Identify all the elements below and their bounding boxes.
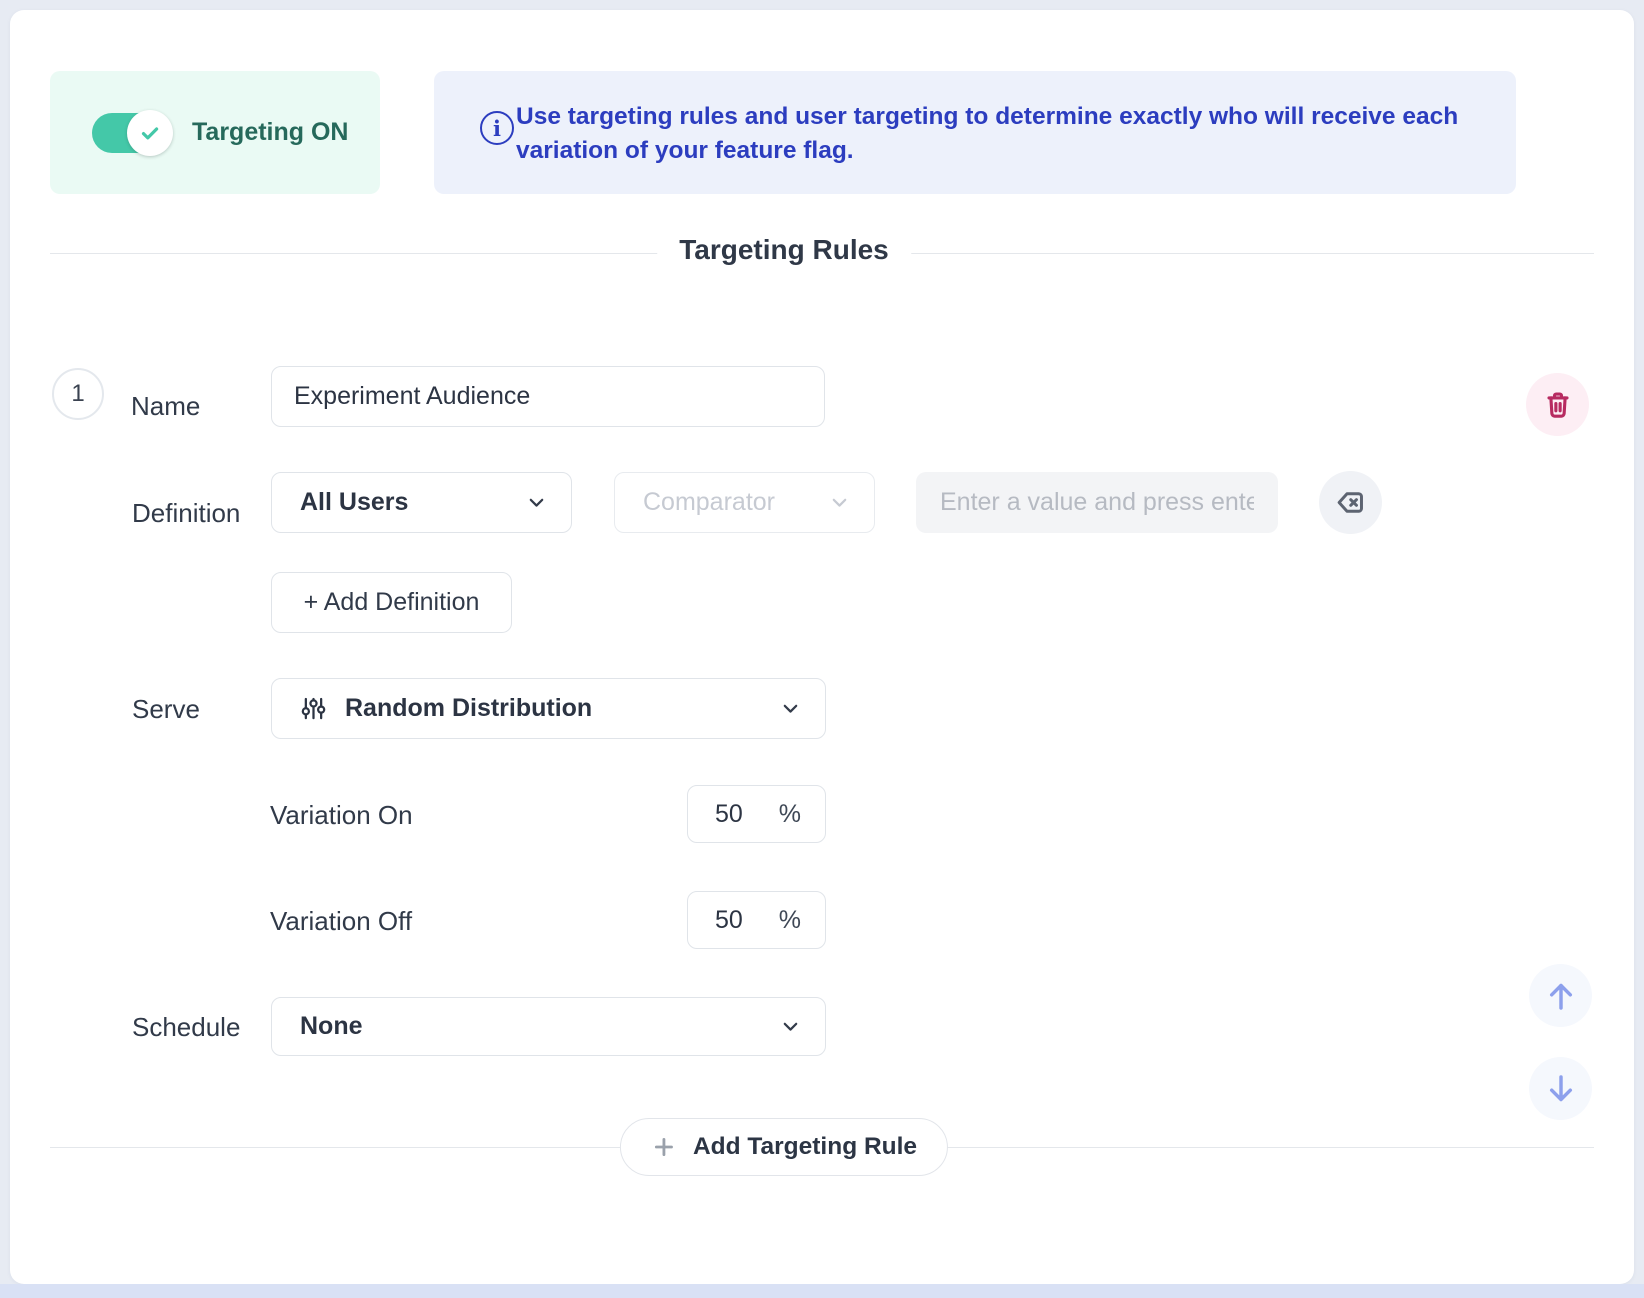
backspace-icon [1335, 487, 1366, 518]
clear-definition-button[interactable] [1319, 471, 1382, 534]
add-targeting-rule-button[interactable]: Add Targeting Rule [620, 1118, 948, 1176]
move-rule-down-button[interactable] [1529, 1057, 1592, 1120]
percent-symbol: % [779, 800, 801, 829]
serve-value: Random Distribution [345, 694, 780, 723]
delete-rule-button[interactable] [1526, 373, 1589, 436]
variation-on-input[interactable]: 50 % [687, 785, 826, 843]
rule-name-input[interactable] [271, 366, 825, 427]
chevron-down-icon [780, 1016, 801, 1037]
rule-number-badge: 1 [52, 368, 104, 420]
info-banner: i Use targeting rules and user targeting… [434, 71, 1516, 194]
info-icon: i [480, 111, 514, 145]
sliders-icon [300, 695, 327, 722]
chevron-down-icon [780, 698, 801, 719]
schedule-label: Schedule [132, 1012, 240, 1043]
targeting-panel: Targeting ON i Use targeting rules and u… [10, 10, 1634, 1284]
chevron-down-icon [526, 492, 547, 513]
schedule-select[interactable]: None [271, 997, 826, 1056]
schedule-value: None [300, 1012, 780, 1041]
targeting-toggle[interactable] [92, 113, 170, 153]
arrow-down-icon [1543, 1071, 1579, 1107]
plus-icon [651, 1134, 677, 1160]
variation-on-label: Variation On [270, 800, 413, 831]
toggle-knob [127, 110, 173, 156]
move-rule-up-button[interactable] [1529, 964, 1592, 1027]
percent-symbol: % [779, 906, 801, 935]
arrow-up-icon [1543, 978, 1579, 1014]
name-label: Name [131, 391, 200, 422]
bottom-strip [0, 1284, 1644, 1298]
add-targeting-rule-label: Add Targeting Rule [693, 1133, 917, 1161]
add-definition-label: + Add Definition [304, 588, 480, 617]
variation-on-value: 50 [715, 800, 743, 829]
definition-label: Definition [132, 498, 240, 529]
variation-off-value: 50 [715, 906, 743, 935]
definition-property-select[interactable]: All Users [271, 472, 572, 533]
serve-label: Serve [132, 694, 200, 725]
variation-off-label: Variation Off [270, 906, 412, 937]
check-icon [138, 121, 162, 145]
targeting-toggle-label: Targeting ON [192, 118, 348, 147]
comparator-select[interactable]: Comparator [614, 472, 875, 533]
trash-icon [1543, 390, 1573, 420]
section-title: Targeting Rules [657, 234, 911, 266]
definition-property-value: All Users [300, 488, 526, 517]
serve-select[interactable]: Random Distribution [271, 678, 826, 739]
chevron-down-icon [829, 492, 850, 513]
variation-off-input[interactable]: 50 % [687, 891, 826, 949]
comparator-placeholder: Comparator [643, 488, 829, 517]
definition-value-input[interactable] [916, 472, 1278, 533]
info-banner-text: Use targeting rules and user targeting t… [516, 100, 1466, 168]
targeting-toggle-card: Targeting ON [50, 71, 380, 194]
add-definition-button[interactable]: + Add Definition [271, 572, 512, 633]
